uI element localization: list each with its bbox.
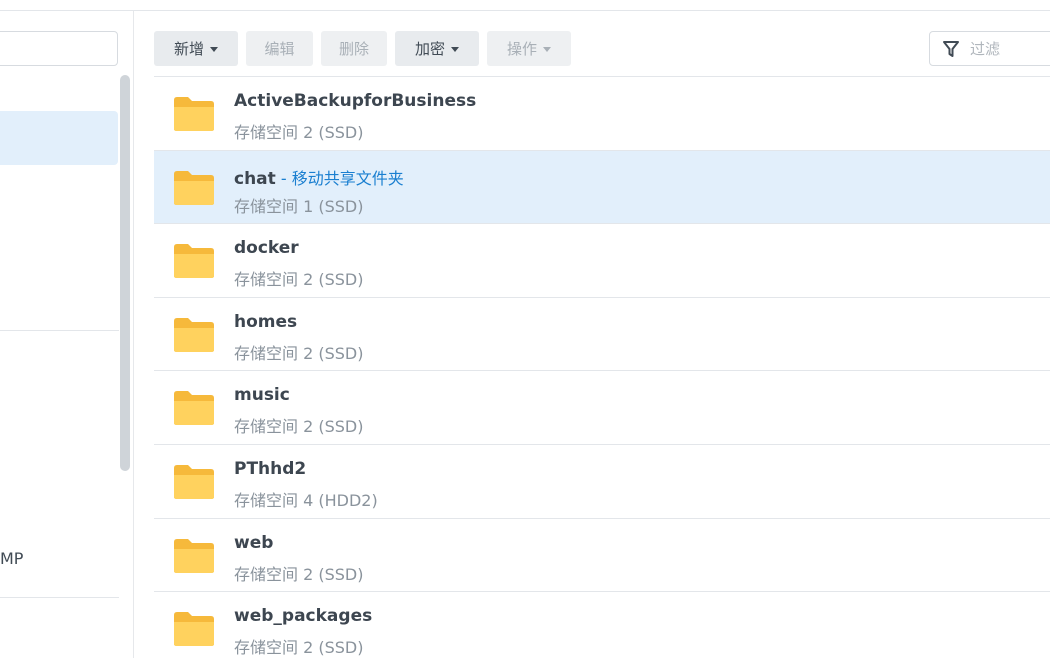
sidebar-divider [0, 330, 119, 331]
edit-button[interactable]: 编辑 [246, 31, 313, 66]
folder-location: 存储空间 2 (SSD) [234, 270, 364, 290]
folder-icon [174, 464, 214, 499]
folder-name: web_packages [234, 606, 373, 627]
folder-name-line: homes [234, 312, 297, 332]
filter-placeholder: 过滤 [970, 40, 1001, 58]
folder-name: PThhd2 [234, 458, 307, 479]
window-top-border [0, 0, 1050, 11]
folder-name-line: music [234, 385, 290, 405]
sidebar-search-input[interactable] [0, 31, 118, 66]
folder-location: 存储空间 2 (SSD) [234, 564, 364, 584]
folder-name-line: PThhd2 [234, 459, 306, 479]
folder-icon [174, 612, 214, 647]
folder-icon [174, 244, 214, 279]
folder-icon [174, 97, 214, 131]
create-button-label: 新增 [173, 40, 204, 58]
folder-location: 存储空间 4 (HDD2) [234, 490, 378, 510]
folder-location: 存储空间 2 (SSD) [234, 343, 364, 363]
folder-name-line: docker [234, 238, 299, 258]
delete-button[interactable]: 删除 [321, 31, 387, 66]
folder-row[interactable]: docker 存储空间 2 (SSD) [154, 224, 1050, 298]
folder-name: ActiveBackupforBusiness [234, 91, 477, 111]
folder-name: music [234, 385, 290, 406]
folder-name: web [234, 532, 274, 553]
folder-name-line: chat - 移动共享文件夹 [234, 165, 404, 189]
encrypt-button[interactable]: 加密 [395, 31, 479, 66]
edit-button-label: 编辑 [264, 40, 295, 58]
create-button[interactable]: 新增 [154, 31, 238, 66]
folder-icon [174, 538, 214, 573]
folder-name-line: web_packages [234, 606, 372, 626]
folder-type-note: - 移动共享文件夹 [275, 168, 404, 188]
folder-row[interactable]: music 存储空间 2 (SSD) [154, 371, 1050, 445]
folder-row[interactable]: chat - 移动共享文件夹存储空间 1 (SSD) [154, 150, 1050, 225]
folder-name-line: web [234, 533, 273, 553]
sidebar-scrollbar[interactable] [120, 75, 130, 471]
folder-row[interactable]: homes 存储空间 2 (SSD) [154, 298, 1050, 372]
folder-location: 存储空间 2 (SSD) [234, 638, 364, 658]
folder-row[interactable]: PThhd2 存储空间 4 (HDD2) [154, 445, 1050, 519]
sidebar-item-selected[interactable] [0, 111, 118, 165]
delete-button-label: 删除 [338, 40, 369, 58]
folder-name: chat [234, 168, 276, 189]
folder-row[interactable]: ActiveBackupforBusiness 存储空间 2 (SSD) [154, 77, 1050, 151]
filter-icon [943, 40, 959, 57]
action-button[interactable]: 操作 [487, 31, 571, 66]
folder-icon [174, 391, 214, 426]
folder-icon [174, 170, 214, 205]
action-button-label: 操作 [506, 40, 537, 58]
folder-name: homes [234, 311, 298, 332]
folder-location: 存储空间 2 (SSD) [234, 417, 364, 437]
sidebar-item-label[interactable]: MP [0, 549, 23, 568]
folder-location: 存储空间 2 (SSD) [234, 123, 364, 142]
folder-row[interactable]: web 存储空间 2 (SSD) [154, 519, 1050, 593]
encrypt-button-label: 加密 [414, 40, 445, 58]
caret-down-icon [543, 47, 551, 52]
sidebar-divider [0, 597, 119, 598]
folder-name-line: ActiveBackupforBusiness [234, 91, 476, 111]
caret-down-icon [210, 47, 218, 52]
shared-folder-list: ActiveBackupforBusiness 存储空间 2 (SSD) chat … [154, 76, 1050, 658]
filter-input[interactable]: 过滤 [929, 31, 1050, 66]
folder-row[interactable]: web_packages 存储空间 2 (SSD) [154, 592, 1050, 658]
caret-down-icon [451, 47, 459, 52]
folder-location: 存储空间 1 (SSD) [234, 196, 364, 216]
folder-name: docker [234, 238, 299, 259]
folder-icon [174, 317, 214, 352]
sidebar: MP [0, 11, 134, 658]
